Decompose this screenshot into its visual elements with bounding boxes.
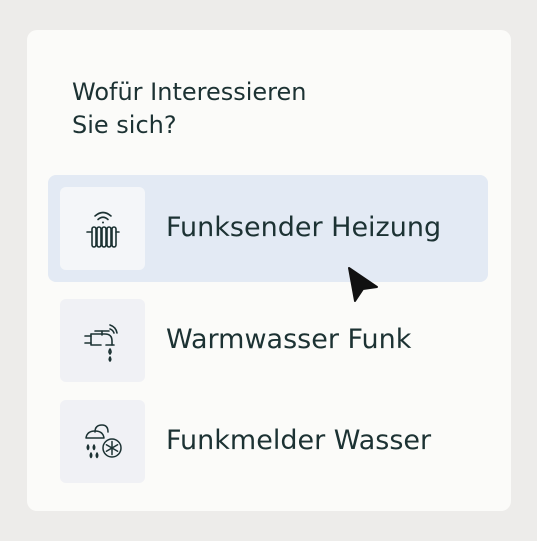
option-warmwasser-funk[interactable]: Warmwasser Funk [48,287,488,394]
option-funksender-heizung[interactable]: Funksender Heizung [48,175,488,282]
question-line-1: Wofür Interessieren [72,78,307,106]
option-funkmelder-wasser[interactable]: Funkmelder Wasser [48,388,488,495]
option-icon-box [60,400,145,483]
option-icon-box [60,187,145,270]
radiator-wireless-icon [85,211,120,248]
option-label: Funksender Heizung [166,212,442,243]
shower-snowflake-icon [84,423,122,458]
option-label: Funkmelder Wasser [166,425,432,456]
option-label: Warmwasser Funk [166,324,412,355]
water-tap-wireless-icon [83,323,118,362]
option-icon-box [60,299,145,382]
question-line-2: Sie sich? [72,111,177,139]
question-heading: Wofür Interessieren Sie sich? [72,76,392,142]
